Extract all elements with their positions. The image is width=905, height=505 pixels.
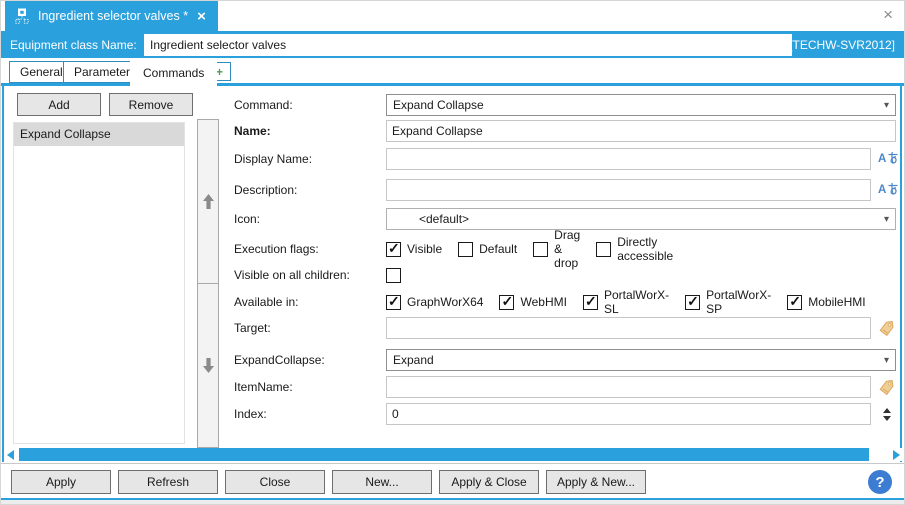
tab-commands[interactable]: Commands (130, 59, 217, 86)
checkbox-icon[interactable]: ✓ (458, 242, 473, 257)
equipment-class-name-input[interactable] (144, 34, 792, 56)
command-label: Command: (234, 94, 293, 116)
add-command-button[interactable]: Add (17, 93, 101, 116)
command-dropdown[interactable]: Expand Collapse ▾ (386, 94, 896, 116)
checkbox-icon[interactable]: ✓ (596, 242, 611, 257)
description-label: Description: (234, 179, 297, 201)
apply-close-button[interactable]: Apply & Close (439, 470, 539, 494)
available-in-label: Available in: (234, 291, 299, 313)
reorder-strip (197, 119, 219, 449)
chevron-down-icon: ▾ (884, 355, 889, 366)
checkbox-webhmi[interactable]: ✓ WebHMI (499, 295, 566, 310)
apply-button[interactable]: Apply (11, 470, 111, 494)
window-close-icon[interactable]: × (883, 6, 893, 23)
document-tab[interactable]: Ingredient selector valves * × (5, 1, 218, 31)
execution-flags-label: Execution flags: (234, 238, 319, 260)
scroll-right-icon[interactable] (893, 450, 900, 460)
checkbox-directly-accessible[interactable]: ✓ Directly accessible (596, 235, 673, 263)
refresh-button[interactable]: Refresh (118, 470, 218, 494)
tag-icon[interactable] (877, 319, 901, 338)
checkbox-icon[interactable]: ✓ (533, 242, 548, 257)
equipment-class-dialog: Ingredient selector valves * × × Equipme… (0, 0, 905, 505)
svg-text:A: A (878, 184, 886, 196)
tab-strip: General Parameters Commands + (1, 58, 904, 86)
index-stepper[interactable] (880, 403, 894, 425)
footer-button-bar: Apply Refresh Close New... Apply & Close… (1, 464, 904, 498)
visible-all-children-group: ✓ (386, 264, 401, 286)
checkbox-visible[interactable]: ✓ Visible (386, 242, 442, 257)
checkbox-icon[interactable]: ✓ (787, 295, 802, 310)
index-label: Index: (234, 403, 267, 425)
checkbox-icon[interactable]: ✓ (386, 242, 401, 257)
chevron-down-icon: ▾ (884, 214, 889, 225)
close-button[interactable]: Close (225, 470, 325, 494)
equipment-class-name-label: Equipment class Name: (10, 38, 137, 52)
checkbox-portalworx-sp[interactable]: ✓ PortalWorX-SP (685, 288, 771, 316)
tag-icon[interactable] (877, 378, 901, 397)
icon-dropdown[interactable]: <default> ▾ (386, 208, 896, 230)
checkbox-drag-drop[interactable]: ✓ Drag & drop (533, 228, 580, 270)
chevron-down-icon: ▾ (884, 100, 889, 111)
spin-up-icon[interactable] (883, 408, 891, 413)
checkbox-icon[interactable]: ✓ (583, 295, 598, 310)
execution-flags-group: ✓ Visible ✓ Default ✓ Drag & drop ✓ Dire… (386, 238, 673, 260)
title-bar: Ingredient selector valves * × × (1, 1, 904, 31)
localize-icon[interactable]: A (878, 151, 900, 167)
spin-down-icon[interactable] (883, 416, 891, 421)
visible-all-children-label: Visible on all children: (234, 264, 350, 286)
commands-panel: Add Remove Expand Collapse Command: Expa… (2, 86, 902, 462)
document-tab-close-icon[interactable]: × (195, 9, 208, 24)
scrollbar-thumb[interactable] (19, 448, 869, 461)
svg-text:A: A (878, 153, 886, 165)
up-arrow-icon (202, 193, 215, 210)
document-tab-title: Ingredient selector valves * (38, 9, 188, 23)
checkbox-icon[interactable]: ✓ (386, 295, 401, 310)
display-name-label: Display Name: (234, 148, 312, 170)
name-input[interactable] (386, 120, 896, 142)
available-in-group: ✓ GraphWorX64 ✓ WebHMI ✓ PortalWorX-SL ✓… (386, 291, 866, 313)
command-list[interactable]: Expand Collapse (13, 122, 185, 444)
checkbox-icon[interactable]: ✓ (685, 295, 700, 310)
icon-label: Icon: (234, 208, 260, 230)
move-down-button[interactable] (197, 283, 219, 448)
item-name-label: ItemName: (234, 376, 293, 398)
down-arrow-icon (202, 357, 215, 374)
localize-icon[interactable]: A (878, 182, 900, 198)
checkbox-visible-all-children[interactable]: ✓ (386, 268, 401, 283)
target-label: Target: (234, 317, 271, 339)
equipment-class-icon (13, 7, 31, 25)
target-input[interactable] (386, 317, 871, 339)
command-list-item[interactable]: Expand Collapse (14, 123, 184, 146)
server-badge: [TECHW-SVR2012] (789, 38, 895, 52)
checkbox-portalworx-sl[interactable]: ✓ PortalWorX-SL (583, 288, 669, 316)
expand-collapse-dropdown[interactable]: Expand ▾ (386, 349, 896, 371)
window-bottom-edge (1, 500, 904, 505)
move-up-button[interactable] (197, 119, 219, 284)
equipment-class-header: Equipment class Name: [TECHW-SVR2012] (1, 31, 904, 59)
help-icon[interactable]: ? (868, 470, 892, 494)
scroll-left-icon[interactable] (7, 450, 14, 460)
horizontal-scrollbar[interactable] (5, 448, 902, 461)
description-input[interactable] (386, 179, 871, 201)
checkbox-icon[interactable]: ✓ (499, 295, 514, 310)
name-label: Name: (234, 120, 271, 142)
index-input[interactable] (386, 403, 871, 425)
checkbox-icon[interactable]: ✓ (386, 268, 401, 283)
new-button[interactable]: New... (332, 470, 432, 494)
display-name-input[interactable] (386, 148, 871, 170)
expand-collapse-label: ExpandCollapse: (234, 349, 325, 371)
item-name-input[interactable] (386, 376, 871, 398)
checkbox-graphworx64[interactable]: ✓ GraphWorX64 (386, 295, 483, 310)
checkbox-default[interactable]: ✓ Default (458, 242, 517, 257)
checkbox-mobilehmi[interactable]: ✓ MobileHMI (787, 295, 865, 310)
apply-new-button[interactable]: Apply & New... (546, 470, 646, 494)
remove-command-button[interactable]: Remove (109, 93, 193, 116)
